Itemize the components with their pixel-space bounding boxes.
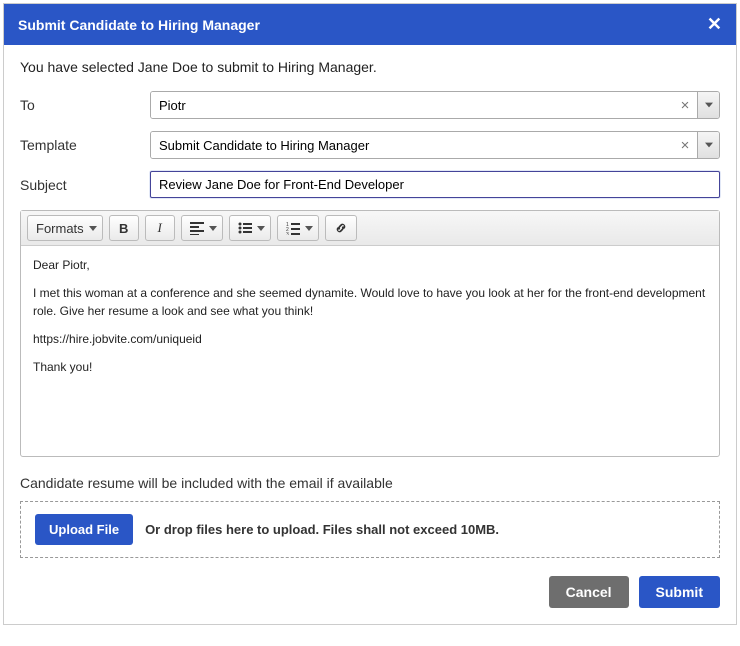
msg-greeting: Dear Piotr, bbox=[33, 256, 707, 274]
row-subject: Subject bbox=[20, 171, 720, 198]
number-list-icon: 123 bbox=[286, 221, 300, 235]
bullet-list-button[interactable] bbox=[229, 215, 271, 241]
submit-button[interactable]: Submit bbox=[639, 576, 720, 608]
resume-note: Candidate resume will be included with t… bbox=[20, 475, 720, 491]
caret-down-icon bbox=[89, 226, 97, 231]
link-icon bbox=[334, 221, 348, 235]
editor-content[interactable]: Dear Piotr, I met this woman at a confer… bbox=[21, 246, 719, 456]
dropdown-arrow-icon[interactable] bbox=[697, 132, 719, 158]
dialog-footer: Cancel Submit bbox=[20, 576, 720, 608]
upload-dropzone[interactable]: Upload File Or drop files here to upload… bbox=[20, 501, 720, 558]
close-icon[interactable]: ✕ bbox=[707, 14, 722, 35]
link-button[interactable] bbox=[325, 215, 357, 241]
intro-prefix: You have selected bbox=[20, 59, 138, 75]
label-template: Template bbox=[20, 137, 150, 153]
formats-label: Formats bbox=[36, 221, 84, 236]
label-subject: Subject bbox=[20, 177, 150, 193]
caret-down-icon bbox=[209, 226, 217, 231]
italic-button[interactable]: I bbox=[145, 215, 175, 241]
row-to: To × bbox=[20, 91, 720, 119]
intro-text: You have selected Jane Doe to submit to … bbox=[20, 59, 720, 75]
clear-icon[interactable]: × bbox=[673, 132, 697, 158]
label-to: To bbox=[20, 97, 150, 113]
to-combo[interactable]: × bbox=[150, 91, 720, 119]
template-input[interactable] bbox=[151, 132, 673, 158]
intro-suffix: to submit to Hiring Manager. bbox=[198, 59, 377, 75]
editor-toolbar: Formats B I 123 bbox=[21, 211, 719, 246]
align-button[interactable] bbox=[181, 215, 223, 241]
upload-file-button[interactable]: Upload File bbox=[35, 514, 133, 545]
msg-link: https://hire.jobvite.com/uniqueid bbox=[33, 332, 202, 346]
dialog-header: Submit Candidate to Hiring Manager ✕ bbox=[4, 4, 736, 45]
dialog: Submit Candidate to Hiring Manager ✕ You… bbox=[3, 3, 737, 625]
subject-input[interactable] bbox=[150, 171, 720, 198]
caret-down-icon bbox=[257, 226, 265, 231]
row-template: Template × bbox=[20, 131, 720, 159]
dialog-title: Submit Candidate to Hiring Manager bbox=[18, 17, 260, 33]
dialog-body: You have selected Jane Doe to submit to … bbox=[4, 45, 736, 624]
formats-button[interactable]: Formats bbox=[27, 215, 103, 241]
cancel-button[interactable]: Cancel bbox=[549, 576, 629, 608]
clear-icon[interactable]: × bbox=[673, 92, 697, 118]
candidate-name: Jane Doe bbox=[138, 59, 198, 75]
msg-thanks: Thank you! bbox=[33, 358, 707, 376]
bold-button[interactable]: B bbox=[109, 215, 139, 241]
number-list-button[interactable]: 123 bbox=[277, 215, 319, 241]
to-input[interactable] bbox=[151, 92, 673, 118]
rich-editor: Formats B I 123 bbox=[20, 210, 720, 457]
caret-down-icon bbox=[305, 226, 313, 231]
template-combo[interactable]: × bbox=[150, 131, 720, 159]
upload-hint: Or drop files here to upload. Files shal… bbox=[145, 522, 499, 537]
align-left-icon bbox=[190, 221, 204, 235]
bullet-list-icon bbox=[238, 221, 252, 235]
msg-body: I met this woman at a conference and she… bbox=[33, 284, 707, 320]
dropdown-arrow-icon[interactable] bbox=[697, 92, 719, 118]
svg-text:3: 3 bbox=[286, 232, 289, 235]
